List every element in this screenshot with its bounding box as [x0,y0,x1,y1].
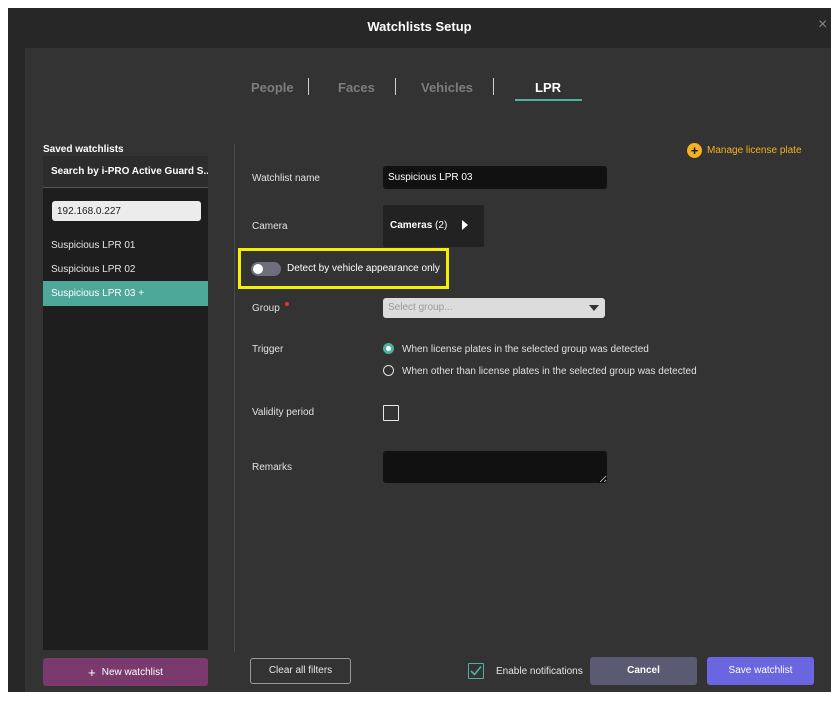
cameras-button[interactable]: Cameras (2) [383,205,484,247]
tab-separator [308,78,309,95]
saved-watchlists-heading: Saved watchlists [43,144,124,155]
tab-lpr[interactable]: LPR [535,80,561,95]
tab-vehicles[interactable]: Vehicles [421,80,473,95]
new-watchlist-button[interactable]: + New watchlist [43,658,208,686]
vehicle-appearance-toggle[interactable] [251,262,281,276]
vehicle-appearance-label: Detect by vehicle appearance only [287,263,440,274]
required-indicator [285,302,289,306]
group-label: Group [252,303,280,314]
saved-watchlists-panel: Search by i-PRO Active Guard S... Suspic… [43,156,208,650]
tab-faces[interactable]: Faces [338,80,375,95]
tab-people[interactable]: People [251,80,294,95]
trigger-radio-other-group[interactable] [383,365,394,376]
watchlists-setup-dialog: Watchlists Setup × People Faces Vehicles… [8,8,831,692]
tab-separator [395,78,396,95]
play-arrow-icon [462,220,468,230]
highlight-box: Detect by vehicle appearance only [238,248,449,289]
trigger-option-label-1: When license plates in the selected grou… [402,344,649,355]
watchlist-item-suspicious-lpr-03[interactable]: Suspicious LPR 03 + [43,281,208,306]
plus-icon: + [88,664,96,680]
active-tab-indicator [515,99,582,101]
title-bar: Watchlists Setup × [8,8,831,48]
ip-address-field[interactable] [52,201,201,221]
cameras-count: (2) [435,220,448,231]
toggle-knob [253,264,263,274]
manage-license-plate-label: Manage license plate [707,145,802,156]
trigger-option-label-2: When other than license plates in the se… [402,366,697,377]
watchlist-item-suspicious-lpr-02[interactable]: Suspicious LPR 02 [43,257,208,282]
remarks-field[interactable] [383,451,607,483]
trigger-label: Trigger [252,344,284,355]
panel-divider [234,144,235,652]
cancel-button[interactable]: Cancel [590,657,697,685]
close-icon[interactable]: × [818,16,827,34]
watchlist-group-header[interactable]: Search by i-PRO Active Guard S... [43,156,208,188]
enable-notifications-checkbox[interactable] [468,663,484,679]
cameras-button-label: Cameras [390,220,433,231]
watchlist-item-suspicious-lpr-01[interactable]: Suspicious LPR 01 [43,233,208,258]
dialog-title: Watchlists Setup [367,19,472,34]
new-watchlist-label: New watchlist [101,666,163,678]
validity-period-checkbox[interactable] [383,405,399,421]
checkmark-icon [470,665,482,676]
trigger-radio-selected-group[interactable] [383,343,394,354]
enable-notifications-label: Enable notifications [496,666,583,677]
save-watchlist-button[interactable]: Save watchlist [707,657,814,685]
watchlist-name-label: Watchlist name [252,173,320,184]
camera-label: Camera [252,221,288,232]
plus-circle-icon: + [687,143,702,158]
clear-all-filters-button[interactable]: Clear all filters [250,658,351,684]
dialog-content: People Faces Vehicles LPR Saved watchlis… [25,48,831,692]
caret-down-icon [589,305,599,311]
group-select[interactable]: Select group... [383,298,605,318]
validity-period-label: Validity period [252,407,315,418]
manage-license-plate-link[interactable]: + Manage license plate [687,143,802,158]
tab-separator [493,78,494,95]
remarks-label: Remarks [252,462,293,473]
watchlist-name-field[interactable] [383,166,607,189]
group-placeholder: Select group... [388,302,453,313]
